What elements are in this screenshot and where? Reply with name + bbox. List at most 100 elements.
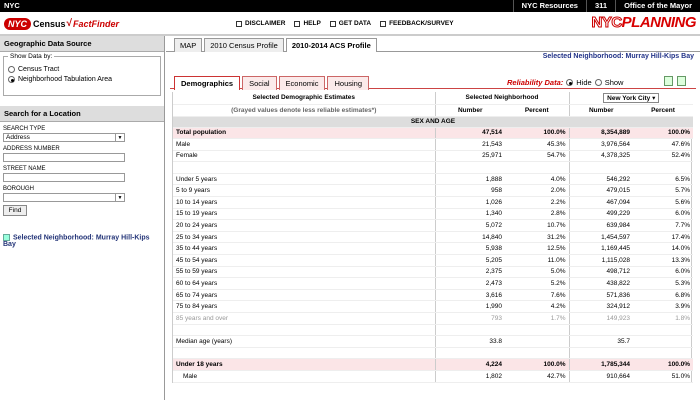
disclaimer-link[interactable]: DISCLAIMER	[236, 20, 285, 27]
nyc-percent: 6.0%	[633, 266, 694, 279]
help-icon	[294, 20, 301, 27]
nyc-label[interactable]: NYC	[4, 1, 20, 10]
row-label	[173, 161, 435, 174]
show-data-by-label: Show Data by:	[8, 53, 55, 60]
nyc-number: 149,923	[568, 312, 634, 325]
nb-number: 958	[434, 184, 505, 198]
row-label: 25 to 34 years	[173, 231, 435, 244]
tab-social[interactable]: Social	[242, 76, 277, 90]
nb-number: 47,514	[434, 127, 505, 140]
demographics-table: Selected Demographic Estimates Selected …	[172, 92, 694, 383]
nyc-percent	[633, 335, 694, 348]
borough-select[interactable]: ▼	[3, 193, 125, 202]
table-header-row-2: (Grayed values denote less reliable esti…	[173, 104, 694, 117]
address-number-label: ADDRESS NUMBER	[3, 146, 60, 152]
search-type-select[interactable]: Address ▼	[3, 133, 125, 142]
nyc-planning-logo[interactable]: NYCPLANNING	[591, 14, 697, 32]
row-label: 35 to 44 years	[173, 242, 435, 256]
sex-and-age-heading: SEX AND AGE	[173, 116, 694, 128]
row-label: 55 to 59 years	[173, 266, 435, 279]
nyc-percent: 47.6%	[633, 138, 694, 151]
nyc-percent: 100.0%	[633, 358, 694, 371]
nyc-percent: 7.7%	[633, 219, 694, 232]
row-label: 60 to 64 years	[173, 277, 435, 290]
nb-percent: 2.8%	[505, 208, 570, 221]
table-row: Female 25,971 54.7% 4,378,325 52.4%	[173, 150, 694, 163]
nyc-number: 498,712	[568, 266, 634, 279]
nb-number: 33.8	[434, 335, 505, 348]
search-type-label: SEARCH TYPE	[3, 126, 46, 132]
nb-number: 1,802	[434, 370, 505, 383]
311-link[interactable]: 311	[585, 0, 615, 12]
nb-percent: 10.7%	[505, 219, 570, 232]
show-radio[interactable]	[594, 79, 602, 86]
find-button[interactable]: Find	[3, 205, 27, 216]
chevron-down-icon: ▼	[115, 134, 124, 141]
mayor-link[interactable]: Office of the Mayor	[615, 0, 700, 12]
nb-number: 793	[434, 312, 505, 325]
tab-2010-census[interactable]: 2010 Census Profile	[204, 38, 284, 52]
row-label: Female	[173, 150, 435, 163]
street-name-input[interactable]	[3, 173, 125, 182]
nyc-percent: 5.3%	[633, 277, 694, 290]
census-factfinder-logo[interactable]: NYC Census √ FactFinder	[4, 16, 119, 31]
nb-percent: 4.2%	[505, 300, 570, 313]
get-data-link[interactable]: GET DATA	[329, 20, 371, 27]
nyc-number: 35.7	[568, 335, 634, 348]
tab-housing[interactable]: Housing	[327, 76, 370, 90]
print-icon[interactable]	[677, 76, 686, 86]
disclaimer-icon	[236, 20, 242, 27]
nta-radio[interactable]	[8, 76, 15, 83]
col-number-1: Number	[434, 104, 505, 117]
row-label: Total population	[173, 127, 435, 140]
nyc-header: New York City ▾	[568, 92, 694, 105]
show-data-by-group: Show Data by: Census Tract Neighborhood …	[3, 53, 161, 96]
logo-check-icon: √	[66, 18, 73, 29]
nyc-resources-link[interactable]: NYC Resources	[512, 0, 586, 12]
nyc-number: 571,836	[568, 289, 634, 302]
help-link[interactable]: HELP	[294, 20, 321, 27]
table-row: 35 to 44 years 5,938 12.5% 1,169,445 14.0%	[173, 242, 694, 256]
nta-option[interactable]: Neighborhood Tabulation Area	[8, 76, 156, 83]
table-row: 65 to 74 years 3,616 7.6% 571,836 6.8%	[173, 289, 694, 302]
table-row: Male 21,543 45.3% 3,976,564 47.6%	[173, 138, 694, 151]
row-label: 20 to 24 years	[173, 219, 435, 232]
table-row: 5 to 9 years 958 2.0% 479,015 5.7%	[173, 184, 694, 198]
nb-percent: 100.0%	[505, 127, 570, 140]
nb-percent: 2.2%	[505, 196, 570, 209]
tab-map[interactable]: MAP	[174, 38, 203, 52]
row-label: 15 to 19 years	[173, 208, 435, 221]
table-row: Under 18 years 4,224 100.0% 1,785,344 100.0%	[173, 358, 694, 371]
nyc-number: 324,912	[568, 300, 634, 313]
nyc-number: 467,094	[568, 196, 634, 209]
nb-percent: 2.0%	[505, 184, 570, 198]
row-label: 75 to 84 years	[173, 300, 435, 313]
tab-economic[interactable]: Economic	[278, 76, 326, 90]
reliability-label: Reliability Data:	[507, 78, 564, 87]
nyc-number: 499,229	[568, 208, 634, 221]
census-tract-option[interactable]: Census Tract	[8, 66, 156, 73]
table-row: Median age (years) 33.8 35.7	[173, 335, 694, 348]
col-percent-2: Percent	[633, 104, 694, 117]
nyc-number	[568, 324, 634, 337]
nyc-number: 3,976,564	[568, 138, 634, 151]
table-row: 10 to 14 years 1,026 2.2% 467,094 5.6%	[173, 196, 694, 209]
feedback-link[interactable]: FEEDBACK/SURVEY	[380, 20, 454, 27]
hide-radio[interactable]	[566, 79, 574, 86]
selected-neighborhood-legend: Selected Neighborhood: Murray Hill-Kips …	[3, 234, 150, 249]
nb-number: 2,375	[434, 266, 505, 279]
row-label: Under 5 years	[173, 173, 435, 186]
nyc-percent: 6.8%	[633, 289, 694, 302]
tab-demographics[interactable]: Demographics	[174, 76, 241, 90]
chevron-down-icon: ▾	[652, 94, 656, 102]
nyc-percent: 3.9%	[633, 300, 694, 313]
table-row: 15 to 19 years 1,340 2.8% 499,229 6.0%	[173, 208, 694, 221]
census-tract-radio[interactable]	[8, 66, 15, 73]
nb-number: 25,971	[434, 150, 505, 163]
logo-census: Census	[33, 18, 66, 29]
tab-acs-profile[interactable]: 2010-2014 ACS Profile	[285, 38, 377, 52]
nyc-select[interactable]: New York City ▾	[603, 92, 660, 103]
excel-export-icon[interactable]	[664, 76, 673, 86]
address-number-input[interactable]	[3, 153, 125, 162]
col-percent-1: Percent	[505, 104, 570, 117]
